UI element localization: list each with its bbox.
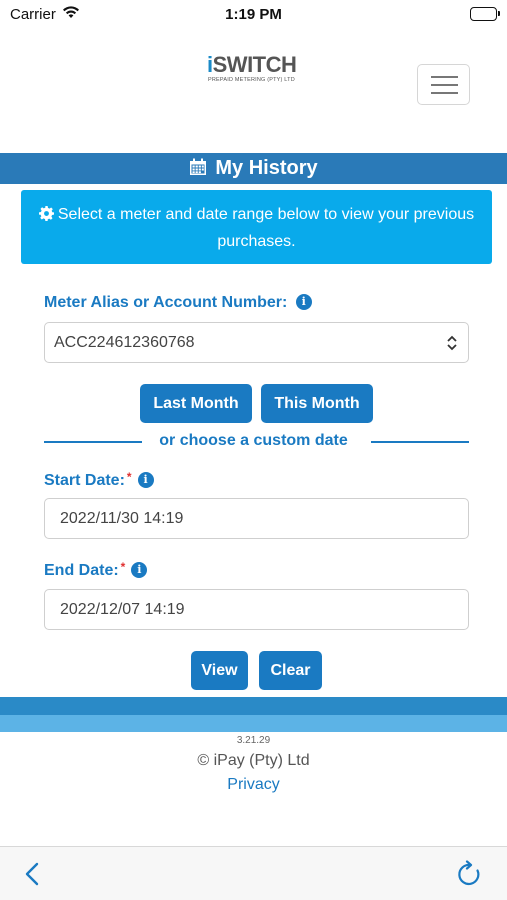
copyright-text: © iPay (Pty) Ltd (197, 752, 310, 769)
select-chevron-icon (446, 335, 458, 356)
start-date-info-icon[interactable]: i (137, 472, 154, 488)
brand-logo-name: iSWITCH (207, 52, 297, 77)
alert-message: Select a meter and date range below to v… (57, 206, 475, 250)
info-alert: Select a meter and date range below to v… (21, 190, 492, 264)
meter-select-value: ACC224612360768 (54, 334, 195, 351)
start-date-input[interactable]: 2022/11/30 14:19 (44, 498, 469, 539)
footer-band-light (0, 715, 507, 732)
meter-label-text: Meter Alias or Account Number: (44, 294, 288, 311)
required-marker: * (120, 560, 126, 574)
start-date-value: 2022/11/30 14:19 (60, 510, 184, 527)
page-title: My History (215, 157, 318, 179)
battery-icon (470, 7, 500, 21)
chevron-left-icon[interactable] (24, 862, 40, 891)
footer-band (0, 697, 507, 715)
custom-date-divider: or choose a custom date (159, 432, 348, 449)
start-date-label: Start Date: * i (44, 470, 154, 490)
version-label: 3.21.29 (236, 735, 271, 746)
page-header: My History (0, 153, 507, 184)
end-date-label-text: End Date: (44, 562, 119, 579)
meter-info-icon[interactable]: i (295, 294, 312, 310)
gear-icon (38, 204, 54, 229)
end-date-value: 2022/12/07 14:19 (60, 601, 185, 618)
calendar-icon (189, 158, 207, 176)
status-bar: Carrier 1:19 PM (0, 0, 507, 30)
privacy-link[interactable]: Privacy (0, 776, 507, 794)
this-month-button[interactable]: This Month (261, 384, 373, 423)
bottom-toolbar (0, 846, 507, 900)
required-marker: * (126, 470, 132, 484)
end-date-label: End Date: * i (44, 560, 148, 580)
hamburger-menu-button[interactable] (417, 64, 470, 105)
brand-logo[interactable]: iSWITCH PREPAID METERING (PTY) LTD (207, 52, 307, 88)
reload-icon[interactable] (457, 860, 483, 893)
privacy-link-text[interactable]: Privacy (227, 776, 279, 793)
last-month-button[interactable]: Last Month (140, 384, 252, 423)
start-date-label-text: Start Date: (44, 472, 125, 489)
view-button[interactable]: View (191, 651, 248, 690)
meter-label: Meter Alias or Account Number: i (44, 294, 312, 312)
meter-select[interactable]: ACC224612360768 (44, 322, 469, 363)
end-date-info-icon[interactable]: i (131, 562, 148, 578)
clock: 1:19 PM (225, 6, 282, 23)
brand-tagline: PREPAID METERING (PTY) LTD (208, 77, 295, 83)
end-date-input[interactable]: 2022/12/07 14:19 (44, 589, 469, 630)
clear-button[interactable]: Clear (259, 651, 322, 690)
